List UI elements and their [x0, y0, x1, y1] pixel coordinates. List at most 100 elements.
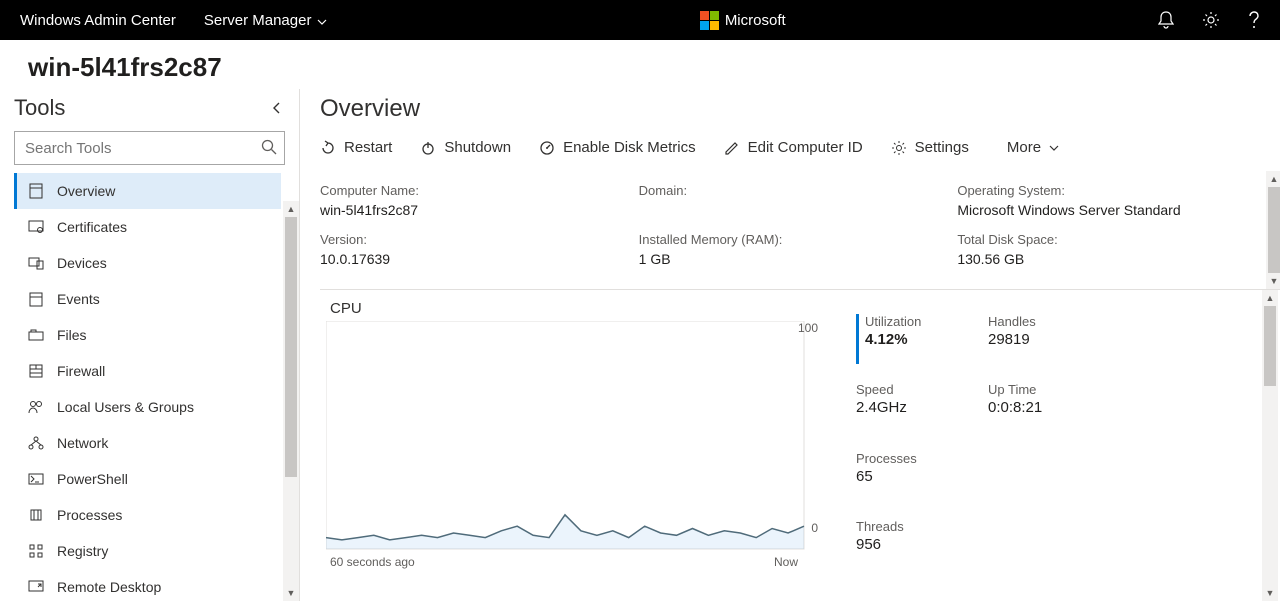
server-manager-label: Server Manager — [204, 12, 312, 29]
server-manager-dropdown[interactable]: Server Manager — [204, 12, 328, 29]
disk-value: 130.56 GB — [957, 251, 1256, 267]
threads-value: 956 — [856, 536, 976, 553]
app-title[interactable]: Windows Admin Center — [20, 12, 176, 29]
sidebar-item-label: Remote Desktop — [57, 579, 161, 595]
collapse-sidebar-icon[interactable] — [267, 99, 285, 117]
disk-label: Total Disk Space: — [957, 232, 1256, 247]
certificates-icon — [27, 220, 45, 234]
cpu-x-left: 60 seconds ago — [330, 555, 415, 569]
domain-label: Domain: — [639, 183, 938, 198]
remote-desktop-icon — [27, 580, 45, 594]
sidebar-item-label: Processes — [57, 507, 122, 523]
cpu-y-min: 0 — [811, 521, 818, 535]
shutdown-button[interactable]: Shutdown — [420, 139, 511, 156]
sidebar-item-label: Files — [57, 327, 87, 343]
sidebar-item-label: Devices — [57, 255, 107, 271]
network-icon — [27, 436, 45, 450]
cpu-scrollbar[interactable]: ▲ ▼ — [1262, 290, 1278, 601]
sidebar-item-events[interactable]: Events — [14, 281, 281, 317]
brand: Microsoft — [327, 11, 1158, 30]
users-icon — [27, 400, 45, 414]
cpu-section-title: CPU — [326, 300, 826, 317]
threads-label: Threads — [856, 519, 976, 534]
computer-name-value: win-5l41frs2c87 — [320, 202, 619, 218]
restart-button[interactable]: Restart — [320, 139, 392, 156]
sidebar-item-label: Events — [57, 291, 100, 307]
power-icon — [420, 140, 436, 156]
sidebar-scrollbar[interactable]: ▲ ▼ — [283, 201, 299, 601]
processes-icon — [27, 508, 45, 522]
firewall-icon — [27, 364, 45, 378]
restart-icon — [320, 140, 336, 156]
sidebar-item-firewall[interactable]: Firewall — [14, 353, 281, 389]
help-icon[interactable] — [1248, 11, 1260, 29]
sidebar-item-users[interactable]: Local Users & Groups — [14, 389, 281, 425]
sidebar-item-certificates[interactable]: Certificates — [14, 209, 281, 245]
registry-icon — [27, 544, 45, 558]
ram-label: Installed Memory (RAM): — [639, 232, 938, 247]
powershell-icon — [27, 473, 45, 485]
speed-label: Speed — [856, 382, 976, 397]
version-value: 10.0.17639 — [320, 251, 619, 267]
content-area: Overview Restart Shutdown Enable Disk Me… — [300, 89, 1280, 601]
os-label: Operating System: — [957, 183, 1256, 198]
pencil-icon — [724, 140, 740, 156]
uptime-label: Up Time — [988, 382, 1108, 397]
cpu-stats: Utilization 4.12% Handles 29819 Speed 2.4GH… — [856, 300, 1108, 569]
version-label: Version: — [320, 232, 619, 247]
sidebar-item-powershell[interactable]: PowerShell — [14, 461, 281, 497]
tools-sidebar: Tools Overview Certificates Devices — [0, 89, 300, 601]
devices-icon — [27, 256, 45, 270]
sidebar-item-network[interactable]: Network — [14, 425, 281, 461]
sidebar-item-files[interactable]: Files — [14, 317, 281, 353]
sidebar-item-registry[interactable]: Registry — [14, 533, 281, 569]
computer-name-label: Computer Name: — [320, 183, 619, 198]
host-header: win-5l41frs2c87 — [0, 40, 1280, 89]
sidebar-item-remote-desktop[interactable]: Remote Desktop — [14, 569, 281, 601]
top-bar: Windows Admin Center Server Manager Micr… — [0, 0, 1280, 40]
sidebar-item-processes[interactable]: Processes — [14, 497, 281, 533]
chevron-down-icon — [317, 12, 327, 29]
processes-value: 65 — [856, 468, 976, 485]
sidebar-item-overview[interactable]: Overview — [14, 173, 281, 209]
sidebar-item-devices[interactable]: Devices — [14, 245, 281, 281]
brand-label: Microsoft — [725, 12, 786, 29]
more-button[interactable]: More — [1007, 139, 1059, 156]
page-title: Overview — [320, 95, 1280, 123]
gauge-icon — [539, 140, 555, 156]
settings-button[interactable]: Settings — [891, 139, 969, 156]
overview-toolbar: Restart Shutdown Enable Disk Metrics Edi… — [320, 139, 1280, 171]
handles-value: 29819 — [988, 331, 1108, 348]
gear-icon[interactable] — [1202, 11, 1220, 29]
utilization-label: Utilization — [865, 314, 976, 329]
cpu-x-right: Now — [774, 555, 798, 569]
speed-value: 2.4GHz — [856, 399, 976, 416]
cpu-y-max: 100 — [798, 321, 818, 335]
enable-disk-metrics-button[interactable]: Enable Disk Metrics — [539, 139, 696, 156]
sidebar-item-label: Network — [57, 435, 108, 451]
files-icon — [27, 329, 45, 341]
tool-list: Overview Certificates Devices Events Fil… — [14, 173, 285, 601]
search-input[interactable] — [14, 131, 285, 165]
handles-label: Handles — [988, 314, 1108, 329]
search-icon[interactable] — [261, 139, 277, 158]
uptime-value: 0:0:8:21 — [988, 399, 1108, 416]
sidebar-item-label: Overview — [57, 183, 115, 199]
info-scrollbar[interactable]: ▲ ▼ — [1266, 171, 1280, 289]
chevron-down-icon — [1049, 145, 1059, 151]
sidebar-item-label: Firewall — [57, 363, 105, 379]
tools-heading: Tools — [14, 95, 65, 121]
gear-icon — [891, 140, 907, 156]
system-info-panel: Computer Name: win-5l41frs2c87 Domain: Op… — [320, 171, 1280, 290]
events-icon — [27, 291, 45, 307]
sidebar-item-label: PowerShell — [57, 471, 128, 487]
sidebar-item-label: Local Users & Groups — [57, 399, 194, 415]
notifications-icon[interactable] — [1158, 11, 1174, 29]
sidebar-item-label: Certificates — [57, 219, 127, 235]
microsoft-logo-icon — [700, 11, 719, 30]
os-value: Microsoft Windows Server Standard — [957, 202, 1256, 218]
cpu-chart: 100 0 — [326, 321, 826, 553]
processes-label: Processes — [856, 451, 976, 466]
edit-computer-id-button[interactable]: Edit Computer ID — [724, 139, 863, 156]
utilization-value: 4.12% — [865, 331, 976, 348]
